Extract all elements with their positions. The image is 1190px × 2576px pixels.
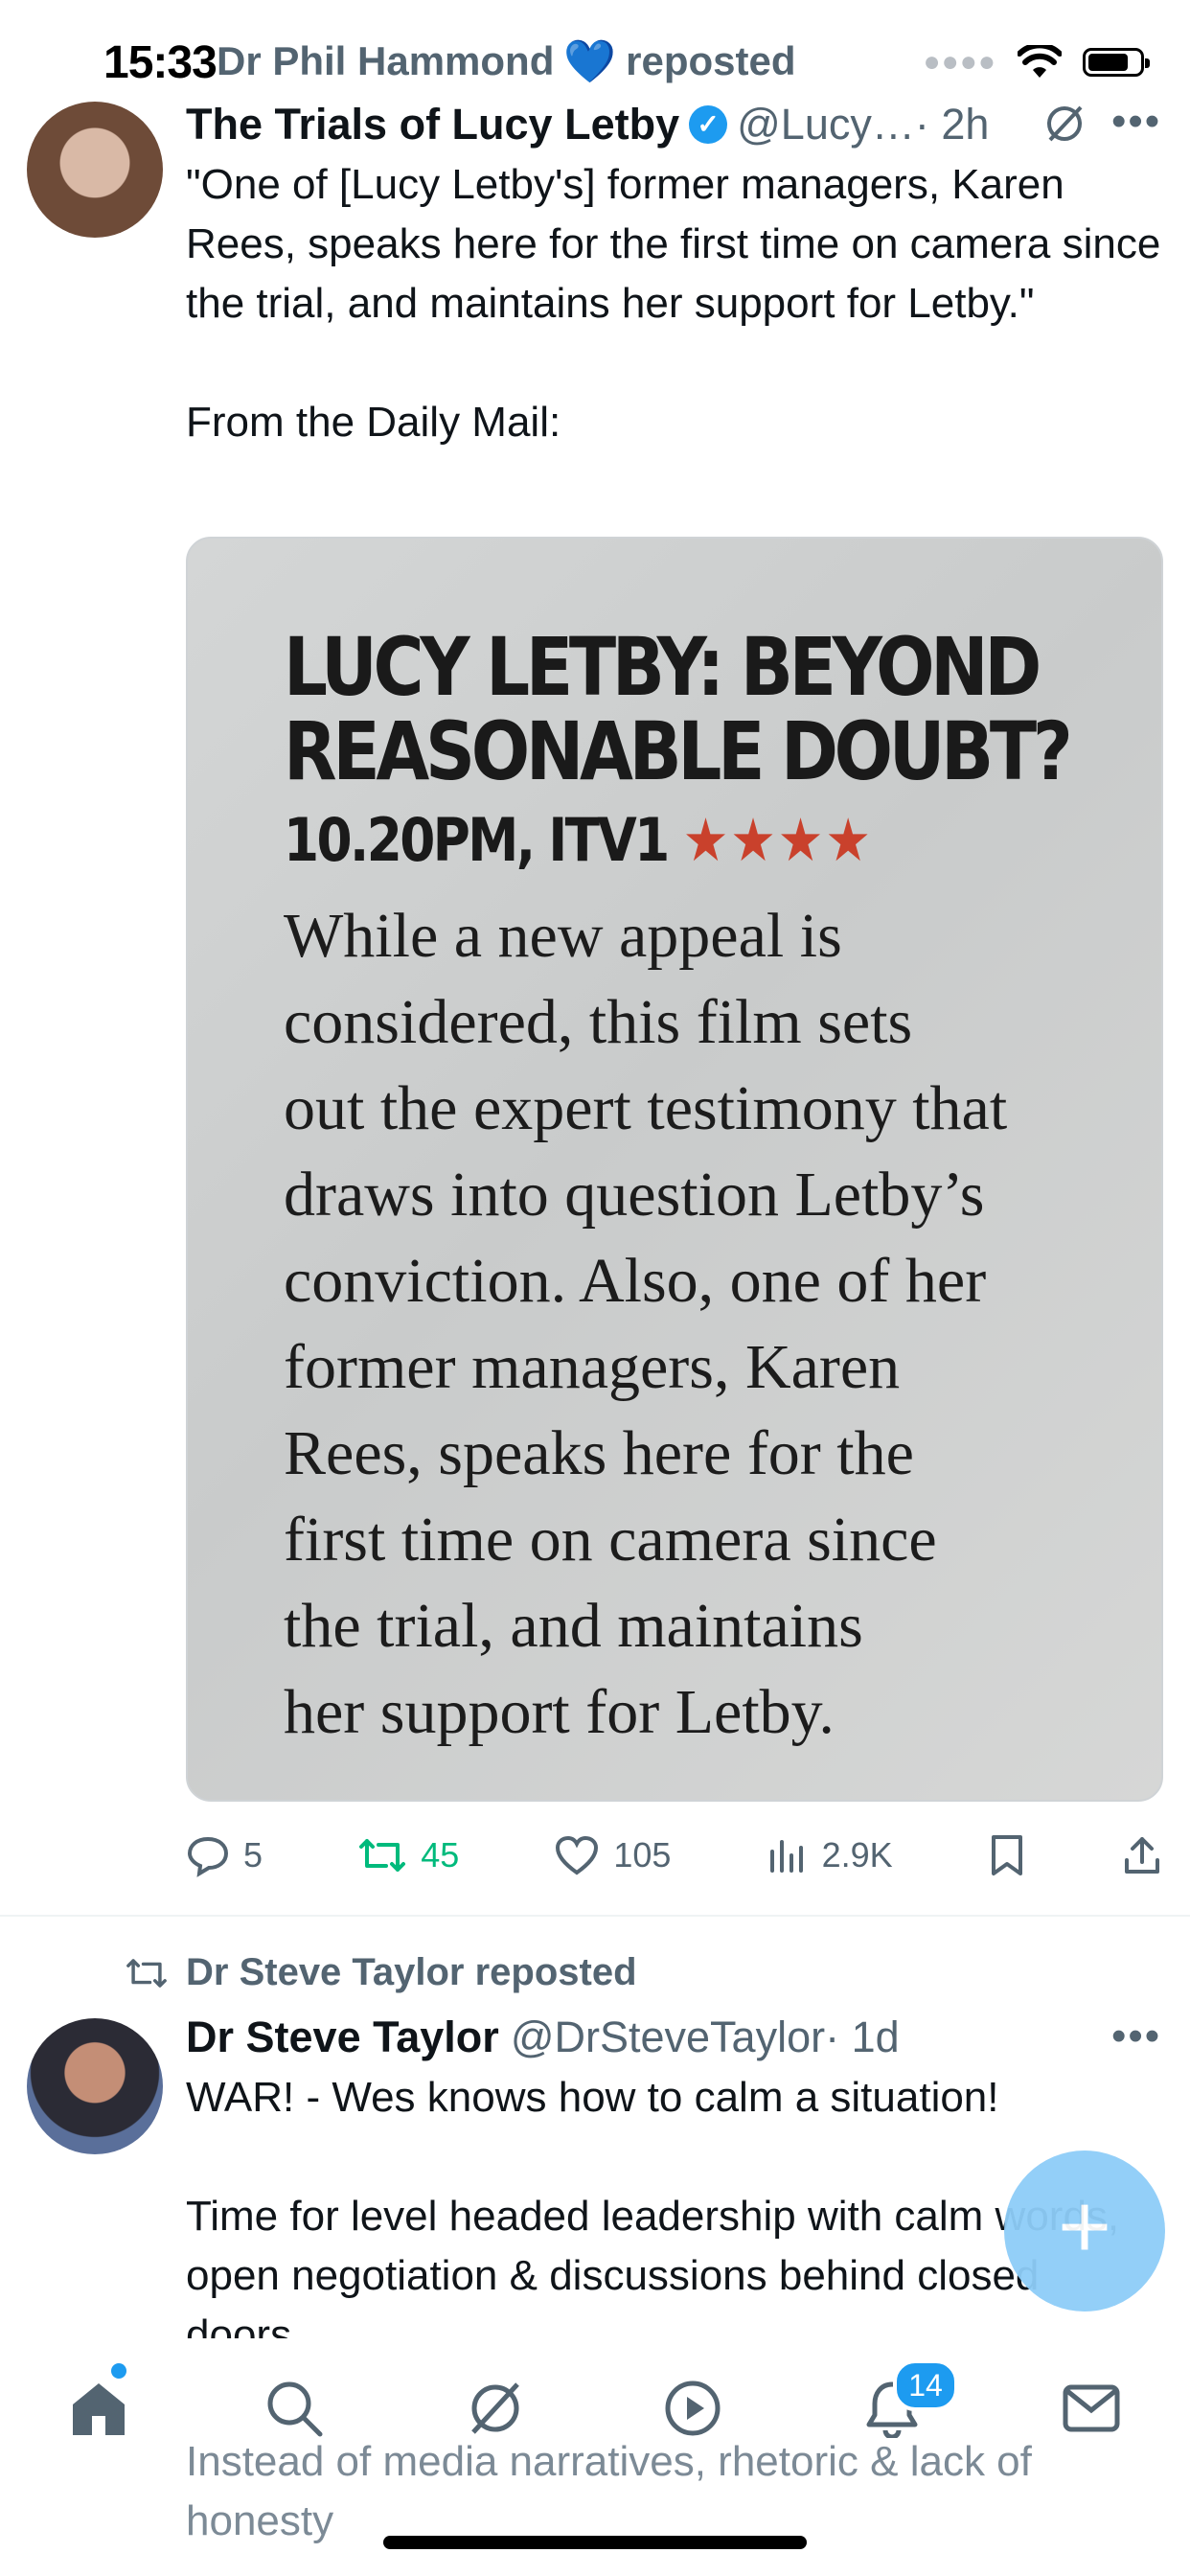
retweet-icon xyxy=(126,1958,167,1988)
tweet-divider xyxy=(0,1915,1190,1917)
messages-icon[interactable] xyxy=(1058,2375,1125,2442)
search-icon[interactable] xyxy=(261,2375,328,2442)
battery-icon xyxy=(1083,48,1150,77)
like-count: 105 xyxy=(613,1835,672,1874)
repost-author[interactable]: Dr Phil Hammond xyxy=(217,38,554,84)
bookmark-icon[interactable] xyxy=(988,1833,1026,1877)
clipping-time: 10.20PM, ITV1 xyxy=(284,805,670,875)
tweet-header: The Trials of Lucy Letby ✓ @Lucy… · 2h xyxy=(186,100,1163,150)
tweet-image[interactable]: LUCY LETBY: BEYOND REASONABLE DOUBT? 10.… xyxy=(186,537,1163,1802)
clipping-headline: LUCY LETBY: BEYOND REASONABLE DOUBT? xyxy=(284,620,1073,798)
grok-icon[interactable] xyxy=(462,2375,529,2442)
star-rating: ★★★★ xyxy=(682,805,873,875)
blue-heart-icon: 💙 xyxy=(563,38,617,85)
reply-count: 5 xyxy=(243,1835,263,1874)
share-icon[interactable] xyxy=(1121,1833,1163,1877)
views-icon xyxy=(769,1840,803,1873)
views-count: 2.9K xyxy=(821,1835,893,1874)
repost-label[interactable]: Dr Steve Taylor reposted xyxy=(186,1951,637,1994)
repost-header: Dr Phil Hammond 💙 reposted xyxy=(217,36,796,86)
tweet-header: Dr Steve Taylor @DrSteveTaylor · 1d xyxy=(186,2012,1144,2062)
tweet-time: · 1d xyxy=(825,2012,900,2061)
retweet-button[interactable]: 45 xyxy=(357,1833,459,1877)
status-icons: ●●●● xyxy=(923,38,1150,86)
heart-icon xyxy=(556,1835,599,1875)
grok-icon[interactable] xyxy=(1042,102,1087,146)
avatar[interactable] xyxy=(27,102,163,238)
home-icon[interactable] xyxy=(65,2375,132,2442)
author-handle[interactable]: @DrSteveTaylor xyxy=(511,2012,825,2062)
more-options-icon[interactable]: ••• xyxy=(1111,2012,1161,2060)
wifi-icon xyxy=(1018,45,1062,78)
tweet-time: · 2h xyxy=(914,100,990,149)
reply-button[interactable]: 5 xyxy=(186,1833,263,1877)
tweet-text: WAR! - Wes knows how to calm a situation… xyxy=(186,2074,1119,2338)
retweet-icon xyxy=(359,1839,406,1872)
avatar[interactable] xyxy=(27,2018,163,2154)
tweet-text-overflow: Instead of media narratives, rhetoric & … xyxy=(186,2438,1032,2544)
signal-icon: ●●●● xyxy=(923,46,996,78)
home-indicator xyxy=(383,2536,807,2549)
like-button[interactable]: 105 xyxy=(554,1834,671,1876)
reply-icon xyxy=(187,1836,229,1877)
status-time: 15:33 xyxy=(103,37,217,88)
video-icon[interactable] xyxy=(659,2375,726,2442)
retweet-count: 45 xyxy=(421,1835,460,1874)
author-name[interactable]: The Trials of Lucy Letby xyxy=(186,100,679,150)
clipping-body: While a new appeal is considered, this f… xyxy=(284,901,1008,1747)
tweet-text: "One of [Lucy Letby's] former managers, … xyxy=(186,161,1161,446)
author-handle[interactable]: @Lucy… xyxy=(737,100,915,150)
compose-button[interactable]: + xyxy=(1004,2150,1165,2312)
verified-badge-icon: ✓ xyxy=(689,105,728,144)
clipping-time-channel: 10.20PM, ITV1 ★★★★ xyxy=(284,805,873,875)
more-options-icon[interactable]: ••• xyxy=(1111,98,1161,146)
repost-label: reposted xyxy=(626,38,796,83)
author-name[interactable]: Dr Steve Taylor xyxy=(186,2012,499,2062)
tweet-actions: 5 45 105 2.9K xyxy=(186,1827,1163,1884)
repost-header: Dr Steve Taylor reposted xyxy=(125,1951,637,1994)
notifications-badge: 14 xyxy=(893,2359,958,2411)
views-button[interactable]: 2.9K xyxy=(767,1835,893,1875)
